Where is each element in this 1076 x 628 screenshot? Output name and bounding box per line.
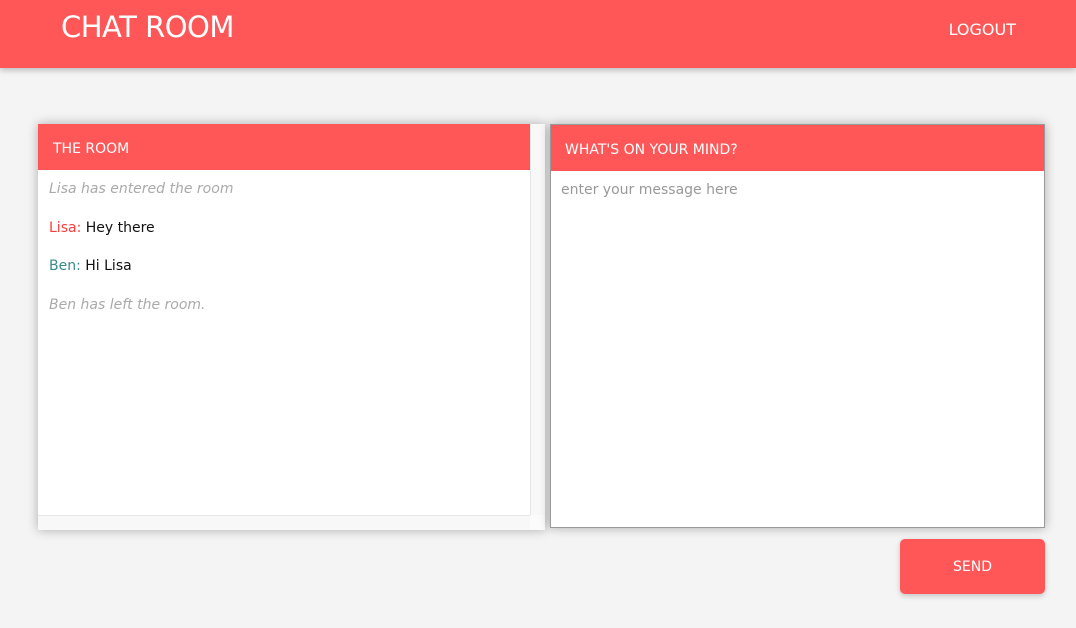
system-message: Ben has left the room.: [49, 296, 206, 313]
room-panel: THE ROOM Lisa has entered the room Lisa:…: [38, 124, 545, 530]
message-user: Ben:: [49, 258, 81, 274]
chat-message: Lisa: Hey there: [49, 220, 534, 259]
chat-message: Ben: Hi Lisa: [49, 258, 534, 297]
top-bar: CHAT ROOM LOGOUT: [0, 0, 1076, 68]
app-title: CHAT ROOM: [61, 10, 234, 44]
system-message: Lisa has entered the room: [49, 181, 234, 197]
compose-panel: WHAT'S ON YOUR MIND?: [550, 124, 1045, 528]
message-text: Hi Lisa: [85, 258, 132, 274]
message-input[interactable]: [551, 171, 1044, 527]
horizontal-scrollbar[interactable]: [38, 515, 530, 530]
message-list: Lisa has entered the room Lisa: Hey ther…: [38, 170, 545, 346]
compose-title: WHAT'S ON YOUR MIND?: [551, 125, 1044, 171]
scrollbar-corner: [530, 515, 545, 530]
logout-button[interactable]: LOGOUT: [949, 20, 1016, 39]
message-text: Hey there: [85, 219, 155, 236]
send-button[interactable]: SEND: [900, 539, 1045, 594]
vertical-scrollbar[interactable]: [530, 124, 545, 515]
room-title: THE ROOM: [38, 124, 530, 170]
message-user: Lisa:: [49, 219, 82, 236]
